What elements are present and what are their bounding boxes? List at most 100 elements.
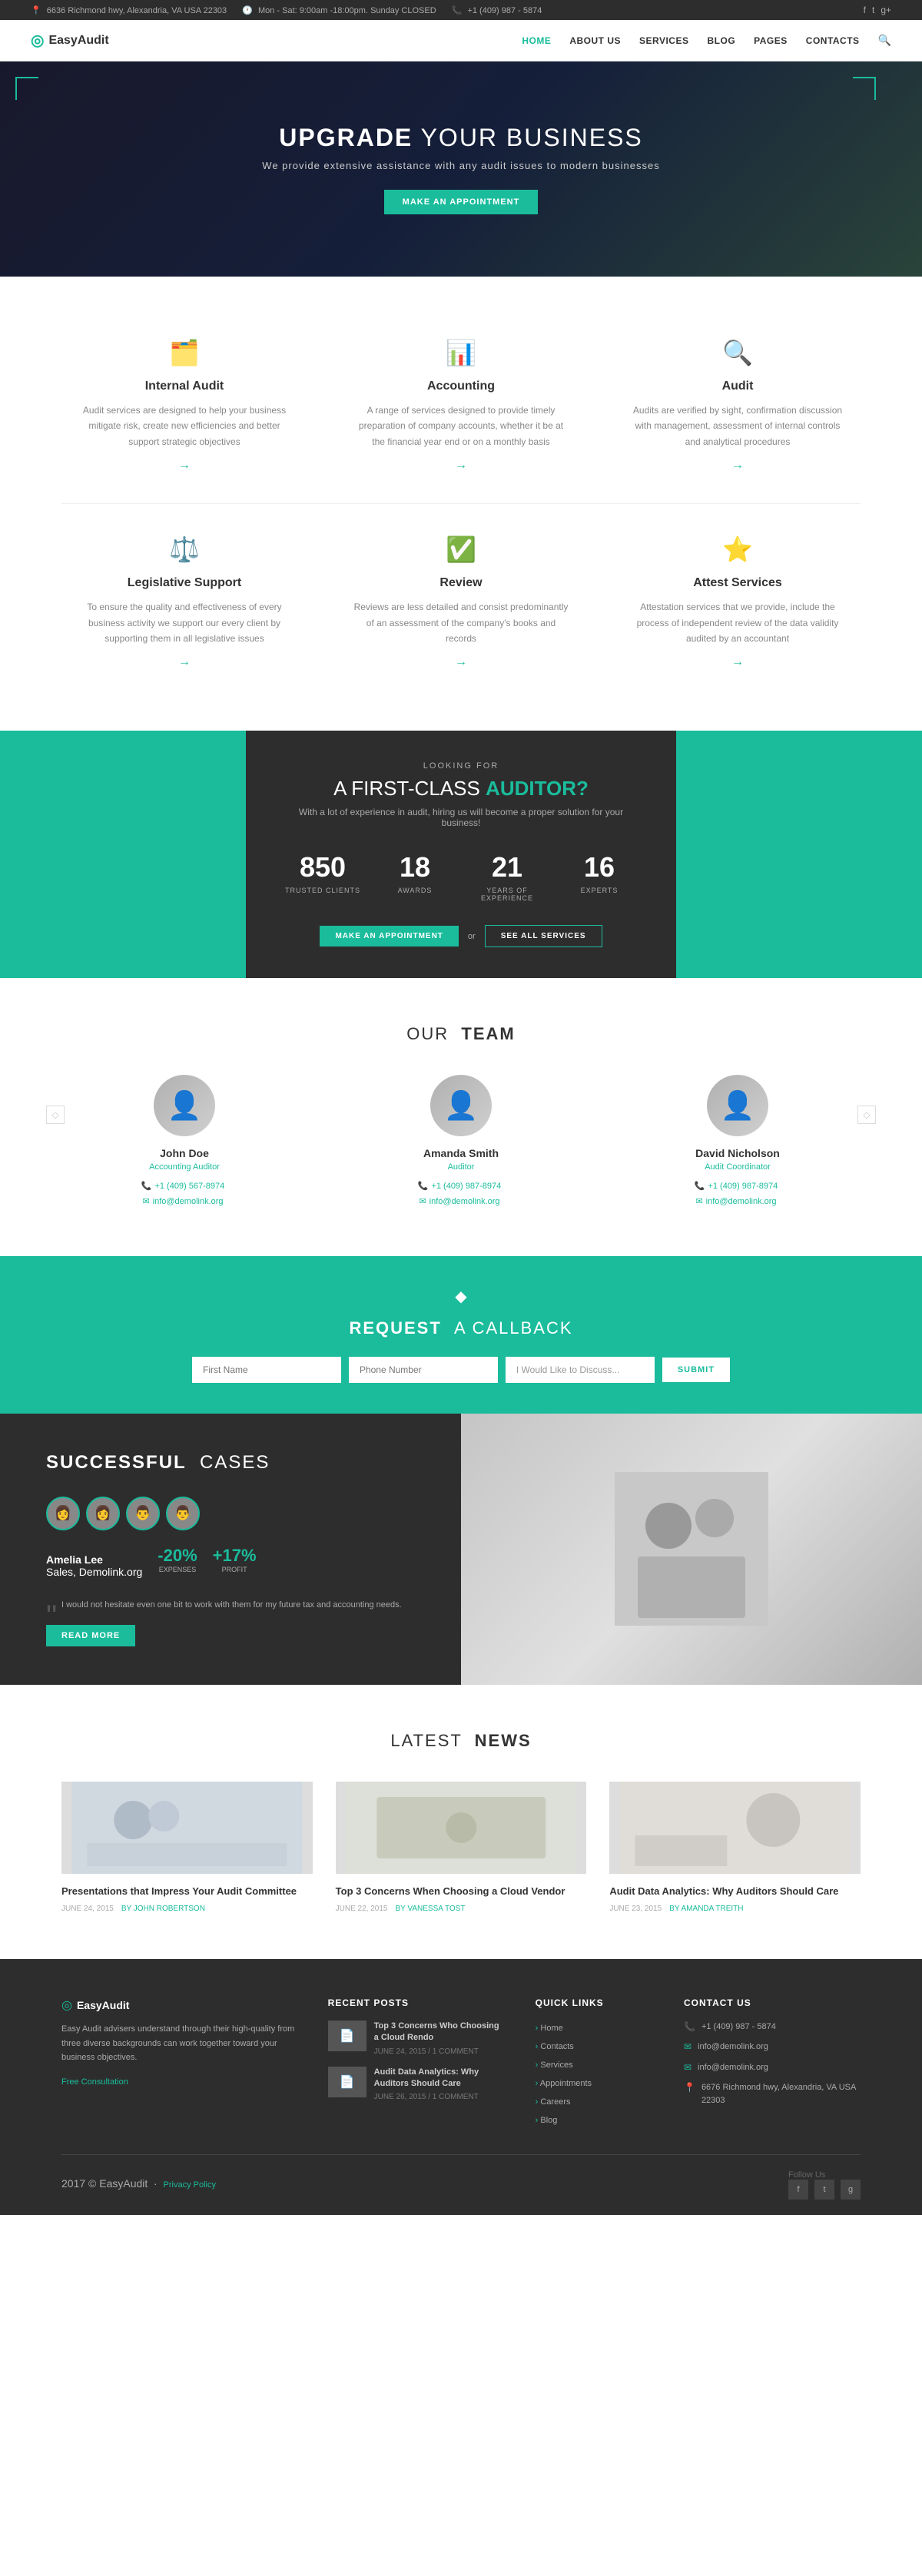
callback-topic-select[interactable]: I Would Like to Discuss... Audit Service…: [506, 1357, 655, 1383]
search-icon[interactable]: 🔍: [878, 34, 891, 47]
case-person: Amelia Lee Sales, Demolink.org -20% EXPE…: [46, 1546, 415, 1586]
nav-home[interactable]: HOME: [522, 35, 551, 46]
logo-text: EasyAudit: [48, 34, 108, 48]
callback-phone-input[interactable]: [349, 1357, 498, 1383]
footer-post-img-2: 📄: [328, 2067, 366, 2097]
attest-arrow[interactable]: →: [630, 655, 845, 669]
news-meta-1: JUNE 24, 2015 BY JOHN ROBERTSON: [61, 1905, 313, 1913]
footer-facebook-icon[interactable]: f: [788, 2180, 808, 2200]
nav-contacts[interactable]: CONTACTS: [806, 35, 860, 46]
stat-experience: 21 YEARS OF EXPERIENCE: [469, 851, 546, 902]
phone-text: +1 (409) 987 - 5874: [467, 6, 542, 15]
callback-firstname-input[interactable]: [192, 1357, 341, 1383]
footer-link-appointments-a[interactable]: Appointments: [536, 2079, 592, 2088]
auditor-appointment-button[interactable]: MAKE AN APPOINTMENT: [320, 926, 458, 947]
accounting-desc: A range of services designed to provide …: [353, 403, 569, 449]
nav-about[interactable]: ABOUT US: [569, 35, 621, 46]
audit-arrow[interactable]: →: [630, 459, 845, 472]
footer-col-posts: RECENT POSTS 📄 Top 3 Concerns Who Choosi…: [328, 1997, 505, 2131]
stat-awards-label: AWARDS: [376, 887, 453, 894]
service-audit: 🔍 Audit Audits are verified by sight, co…: [615, 323, 861, 488]
footer-link-contacts-a[interactable]: Contacts: [536, 2042, 574, 2051]
footer-link-services-a[interactable]: Services: [536, 2060, 573, 2070]
case-avatar-3[interactable]: 👨: [126, 1497, 160, 1530]
hours-text: Mon - Sat: 9:00am -18:00pm. Sunday CLOSE…: [258, 6, 436, 15]
footer-post-date-1: JUNE 24, 2015 / 1 COMMENT: [374, 2047, 505, 2056]
hero-cta-button[interactable]: MAKE AN APPOINTMENT: [384, 190, 539, 214]
review-arrow[interactable]: →: [353, 655, 569, 669]
services-section: 🗂️ Internal Audit Audit services are des…: [0, 277, 922, 731]
hero-corner-tr: [853, 77, 876, 100]
case-avatar-1[interactable]: 👩: [46, 1497, 80, 1530]
footer-privacy-link[interactable]: Privacy Policy: [164, 2180, 216, 2190]
news-meta-2: JUNE 22, 2015 BY VANESSA TOST: [336, 1905, 587, 1913]
footer-quicklinks-title: QUICK LINKS: [536, 1997, 653, 2008]
amanda-name: Amanda Smith: [353, 1147, 569, 1159]
david-phone-icon: 📞: [695, 1182, 705, 1191]
amanda-role: Auditor: [353, 1162, 569, 1172]
top-bar: 📍 6636 Richmond hwy, Alexandria, VA USA …: [0, 0, 922, 20]
service-legislative: ⚖️ Legislative Support To ensure the qua…: [61, 519, 307, 685]
auditor-services-button[interactable]: SEE ALL SERVICES: [485, 925, 602, 947]
gplus-link[interactable]: g+: [881, 5, 891, 15]
hero-content: UPGRADE YOUR BUSINESS We provide extensi…: [262, 124, 659, 214]
hero-headline: UPGRADE YOUR BUSINESS: [262, 124, 659, 152]
stat-awards-number: 18: [376, 851, 453, 884]
footer-link-home-a[interactable]: Home: [536, 2024, 563, 2033]
news-author-1: BY JOHN ROBERTSON: [121, 1905, 205, 1913]
footer-copyright: 2017 © EasyAudit · Privacy Policy: [61, 2177, 216, 2190]
case-avatar-4[interactable]: 👨: [166, 1497, 200, 1530]
callback-submit-button[interactable]: SUBMIT: [662, 1358, 730, 1382]
cases-title-rest: CASES: [200, 1452, 270, 1473]
twitter-link[interactable]: t: [872, 5, 874, 15]
case-avatar-2[interactable]: 👩: [86, 1497, 120, 1530]
attest-title: Attest Services: [630, 576, 845, 590]
stat-experts-number: 16: [561, 851, 638, 884]
accounting-arrow[interactable]: →: [353, 459, 569, 472]
callback-section: REQUEST A CALLBACK I Would Like to Discu…: [0, 1256, 922, 1414]
footer-gplus-icon[interactable]: g: [841, 2180, 861, 2200]
auditor-or-text: or: [468, 932, 476, 941]
footer-link-blog-a[interactable]: Blog: [536, 2116, 558, 2125]
news-title-3: Audit Data Analytics: Why Auditors Shoul…: [609, 1885, 861, 1898]
footer-link-careers[interactable]: Careers: [536, 2094, 653, 2107]
stat-clients-label: TRUSTED CLIENTS: [284, 887, 361, 894]
main-nav: HOME ABOUT US SERVICES BLOG PAGES CONTAC…: [522, 34, 891, 47]
internal-audit-arrow[interactable]: →: [77, 459, 292, 472]
footer-link-careers-a[interactable]: Careers: [536, 2097, 571, 2107]
address-text: 6636 Richmond hwy, Alexandria, VA USA 22…: [47, 6, 227, 15]
john-name: John Doe: [77, 1147, 292, 1159]
team-section-title: OUR TEAM: [61, 1024, 861, 1044]
nav-blog[interactable]: BLOG: [707, 35, 735, 46]
footer-link-home[interactable]: Home: [536, 2021, 653, 2033]
auditor-title: A FIRST-CLASS AUDITOR?: [284, 777, 638, 801]
case-quote: I would not hesitate even one bit to wor…: [46, 1598, 415, 1613]
footer-link-appointments[interactable]: Appointments: [536, 2076, 653, 2088]
footer-post-title-1: Top 3 Concerns Who Choosing a Cloud Rend…: [374, 2021, 505, 2044]
review-title: Review: [353, 576, 569, 590]
case-stat-profit: +17% PROFIT: [213, 1546, 257, 1573]
auditor-section: LOOKING FOR A FIRST-CLASS AUDITOR? With …: [0, 731, 922, 978]
review-icon: ✅: [353, 535, 569, 564]
phone-icon: 📞: [452, 6, 463, 15]
nav-pages[interactable]: PAGES: [754, 35, 788, 46]
footer-consultation-link[interactable]: Free Consultation: [61, 2077, 128, 2087]
facebook-link[interactable]: f: [864, 5, 866, 15]
hero-corner-tl: [15, 77, 38, 100]
nav-services[interactable]: SERVICES: [639, 35, 688, 46]
team-nav-prev[interactable]: ◇: [46, 1106, 65, 1124]
cases-title-bold: SUCCESSFUL: [46, 1452, 187, 1473]
news-title-2: Top 3 Concerns When Choosing a Cloud Ven…: [336, 1885, 587, 1898]
news-title-normal: LATEST: [390, 1731, 462, 1750]
footer-link-services[interactable]: Services: [536, 2057, 653, 2070]
footer-contact-email2: ✉ info@demolink.org: [684, 2061, 861, 2074]
legislative-arrow[interactable]: →: [77, 655, 292, 669]
case-stat-expenses: -20% EXPENSES: [158, 1546, 197, 1573]
footer-link-contacts[interactable]: Contacts: [536, 2039, 653, 2051]
footer-twitter-icon[interactable]: t: [814, 2180, 834, 2200]
footer-link-blog[interactable]: Blog: [536, 2113, 653, 2125]
team-nav-next[interactable]: ◇: [857, 1106, 876, 1124]
read-more-button[interactable]: READ MORE: [46, 1625, 135, 1646]
footer-address-icon: 📍: [684, 2082, 695, 2093]
stat-experts-label: EXPERTS: [561, 887, 638, 894]
